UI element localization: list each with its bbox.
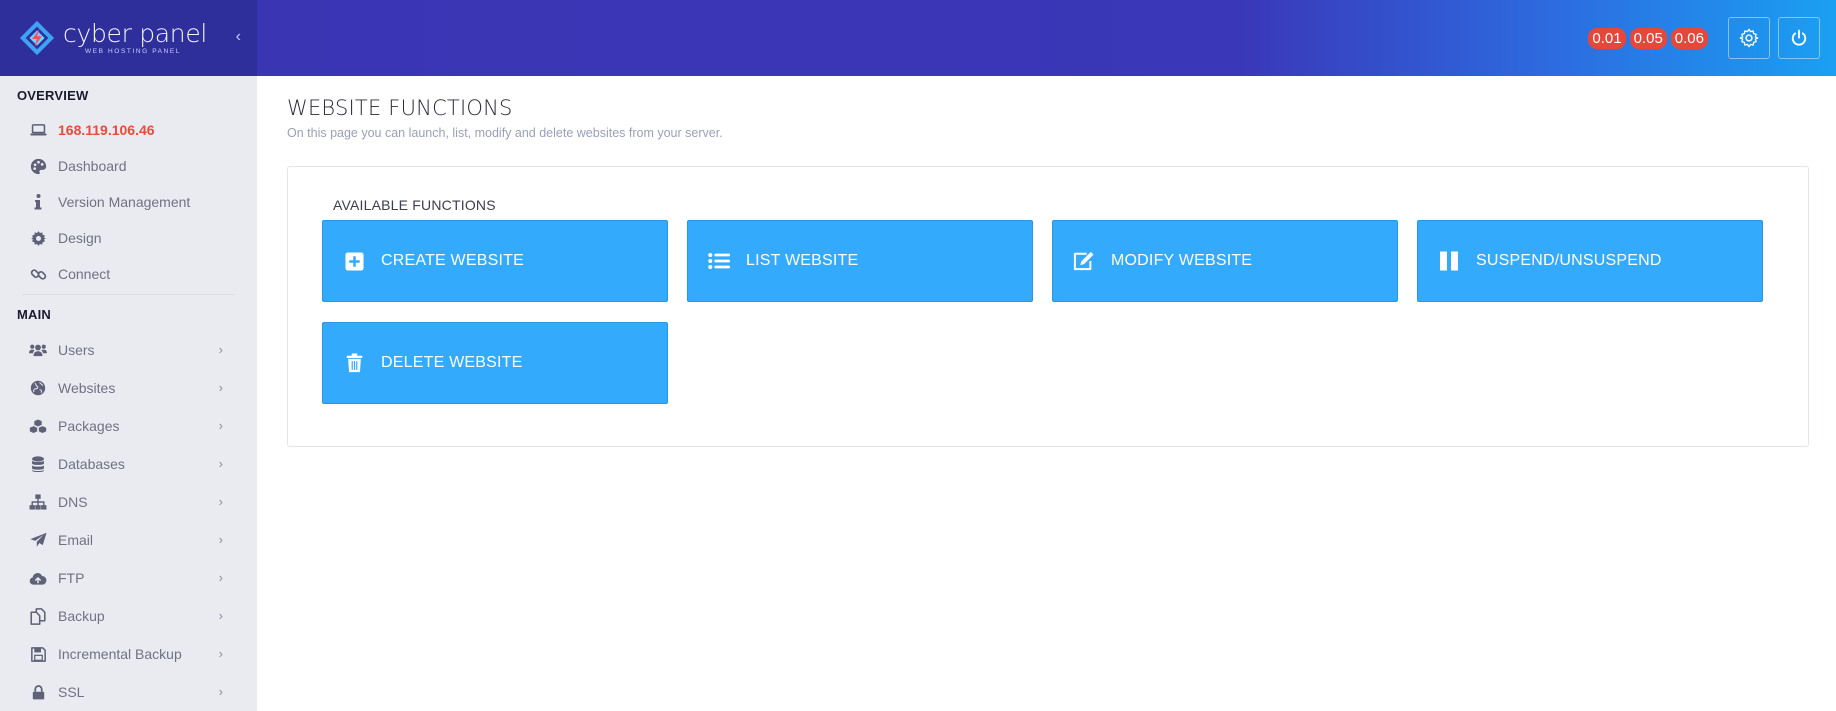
sidebar-item-users[interactable]: Users › bbox=[0, 331, 257, 369]
load-badge-2: 0.05 bbox=[1629, 27, 1667, 49]
edit-icon bbox=[1073, 250, 1095, 272]
pause-icon bbox=[1438, 250, 1460, 272]
panel-title: AVAILABLE FUNCTIONS bbox=[333, 197, 496, 213]
sidebar-item-label: Users bbox=[58, 342, 95, 358]
sidebar-item-label: DNS bbox=[58, 494, 88, 510]
power-icon bbox=[1791, 29, 1807, 46]
function-label: SUSPEND/UNSUSPEND bbox=[1476, 252, 1662, 269]
list-website-button[interactable]: LIST WEBSITE bbox=[687, 220, 1033, 302]
create-website-button[interactable]: CREATE WEBSITE bbox=[322, 220, 668, 302]
sidebar-item-ssl[interactable]: SSL › bbox=[0, 673, 257, 711]
brand-subtitle: WEB HOSTING PANEL bbox=[85, 47, 182, 55]
function-label: DELETE WEBSITE bbox=[381, 354, 523, 371]
sidebar-item-label: SSL bbox=[58, 684, 85, 700]
link-icon bbox=[29, 265, 47, 283]
brand-area: cyber panel WEB HOSTING PANEL ‹ bbox=[0, 0, 257, 76]
sidebar-item-websites[interactable]: Websites › bbox=[0, 369, 257, 407]
main-content: WEBSITE FUNCTIONS On this page you can l… bbox=[287, 76, 1810, 447]
chevron-right-icon: › bbox=[218, 570, 223, 585]
chevron-right-icon: › bbox=[218, 646, 223, 661]
server-ip-label: 168.119.106.46 bbox=[58, 122, 155, 138]
logout-button[interactable] bbox=[1778, 17, 1820, 59]
trash-icon bbox=[343, 352, 365, 374]
sidebar-item-packages[interactable]: Packages › bbox=[0, 407, 257, 445]
sidebar-item-ftp[interactable]: FTP › bbox=[0, 559, 257, 597]
sidebar-collapse-chevron-left-icon[interactable]: ‹ bbox=[236, 28, 241, 46]
paper-plane-icon bbox=[29, 531, 47, 549]
brand-name: cyber panel bbox=[63, 18, 208, 48]
delete-website-button[interactable]: DELETE WEBSITE bbox=[322, 322, 668, 404]
page-title: WEBSITE FUNCTIONS bbox=[287, 96, 513, 120]
sidebar-item-label: Email bbox=[58, 532, 94, 548]
chevron-right-icon: › bbox=[218, 456, 223, 471]
chevron-right-icon: › bbox=[218, 494, 223, 509]
brand-text: cyber panel WEB HOSTING PANEL bbox=[63, 21, 207, 56]
sidebar-item-backup[interactable]: Backup › bbox=[0, 597, 257, 635]
sidebar-item-incremental-backup[interactable]: Incremental Backup › bbox=[0, 635, 257, 673]
sidebar: OVERVIEW 168.119.106.46 Dashboard Versio… bbox=[0, 76, 257, 711]
modify-website-button[interactable]: MODIFY WEBSITE bbox=[1052, 220, 1398, 302]
sidebar-item-label: Dashboard bbox=[58, 158, 127, 174]
sidebar-item-dns[interactable]: DNS › bbox=[0, 483, 257, 521]
save-icon bbox=[29, 645, 47, 663]
globe-icon bbox=[29, 379, 47, 397]
function-label: CREATE WEBSITE bbox=[381, 252, 524, 269]
chevron-right-icon: › bbox=[218, 418, 223, 433]
load-average-badges: 0.01 0.05 0.06 bbox=[1584, 27, 1708, 49]
sidebar-item-label: FTP bbox=[58, 570, 85, 586]
top-header: cyber panel WEB HOSTING PANEL ‹ 0.01 0.0… bbox=[0, 0, 1836, 76]
load-badge-3: 0.06 bbox=[1670, 27, 1708, 49]
sidebar-item-email[interactable]: Email › bbox=[0, 521, 257, 559]
database-icon bbox=[29, 455, 47, 473]
sidebar-item-label: Version Management bbox=[58, 194, 191, 210]
sidebar-item-databases[interactable]: Databases › bbox=[0, 445, 257, 483]
sidebar-item-label: Backup bbox=[58, 608, 105, 624]
top-bar: 0.01 0.05 0.06 bbox=[257, 0, 1836, 76]
sidebar-item-label: Incremental Backup bbox=[58, 646, 182, 662]
cyberpanel-logo-icon bbox=[19, 20, 55, 56]
sidebar-item-connect[interactable]: Connect bbox=[0, 256, 257, 292]
sidebar-item-dashboard[interactable]: Dashboard bbox=[0, 148, 257, 184]
lock-icon bbox=[29, 683, 47, 701]
sitemap-icon bbox=[29, 493, 47, 511]
copy-icon bbox=[29, 607, 47, 625]
chevron-right-icon: › bbox=[218, 684, 223, 699]
chevron-right-icon: › bbox=[218, 608, 223, 623]
chevron-right-icon: › bbox=[218, 532, 223, 547]
sidebar-section-overview: OVERVIEW bbox=[17, 88, 89, 103]
users-icon bbox=[29, 341, 47, 359]
cloud-upload-icon bbox=[29, 569, 47, 587]
cubes-icon bbox=[29, 417, 47, 435]
sidebar-section-main: MAIN bbox=[17, 307, 52, 322]
list-icon bbox=[708, 250, 730, 272]
gear-icon bbox=[1739, 28, 1759, 48]
sidebar-item-label: Databases bbox=[58, 456, 125, 472]
functions-panel: AVAILABLE FUNCTIONS CREATE WEBSITE LIST … bbox=[287, 166, 1809, 447]
sidebar-item-label: Design bbox=[58, 230, 102, 246]
sidebar-item-server-ip[interactable]: 168.119.106.46 bbox=[0, 112, 257, 148]
load-badge-1: 0.01 bbox=[1588, 27, 1626, 49]
sidebar-item-version-management[interactable]: Version Management bbox=[0, 184, 257, 220]
gear-icon bbox=[29, 229, 47, 247]
settings-button[interactable] bbox=[1728, 17, 1770, 59]
plus-square-icon bbox=[343, 250, 365, 272]
page-description: On this page you can launch, list, modif… bbox=[287, 126, 723, 140]
function-label: MODIFY WEBSITE bbox=[1111, 252, 1253, 269]
chevron-right-icon: › bbox=[218, 342, 223, 357]
function-label: LIST WEBSITE bbox=[746, 252, 859, 269]
sidebar-item-design[interactable]: Design bbox=[0, 220, 257, 256]
palette-icon bbox=[29, 157, 47, 175]
sidebar-item-label: Websites bbox=[58, 380, 116, 396]
chevron-right-icon: › bbox=[218, 380, 223, 395]
sidebar-item-label: Connect bbox=[58, 266, 111, 282]
sidebar-item-label: Packages bbox=[58, 418, 120, 434]
info-icon bbox=[29, 193, 47, 211]
laptop-icon bbox=[29, 121, 47, 139]
suspend-unsuspend-button[interactable]: SUSPEND/UNSUSPEND bbox=[1417, 220, 1763, 302]
